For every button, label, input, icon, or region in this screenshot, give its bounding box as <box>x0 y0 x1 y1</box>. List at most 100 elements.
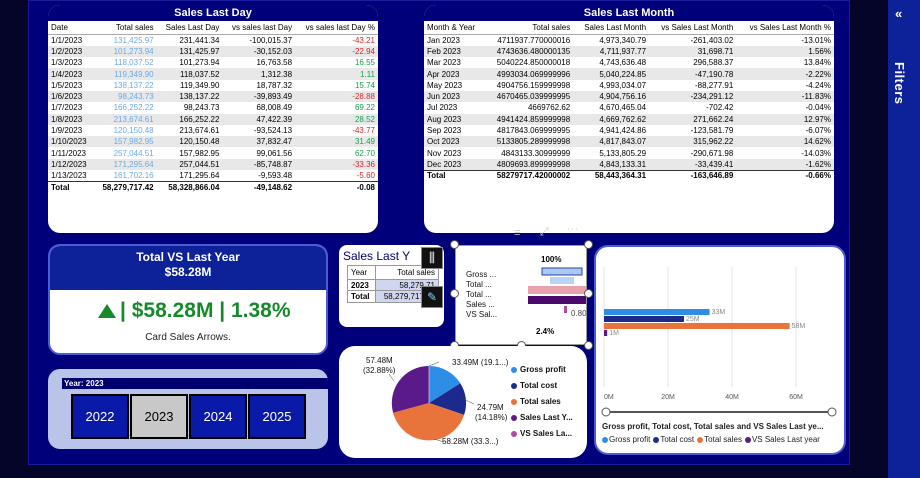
bar-vs-sales-last-year[interactable] <box>604 330 608 336</box>
column-header[interactable]: vs sales last Day % <box>295 21 378 35</box>
up-arrow-icon <box>98 304 116 318</box>
total-vs-last-year-card[interactable]: Total VS Last Year $58.28M | $58.28M | 1… <box>48 244 328 355</box>
bar-legend-item[interactable]: Gross profit <box>602 435 650 444</box>
column-header[interactable]: vs Sales Last Month <box>649 21 737 35</box>
table-cell: -30,152.03 <box>222 45 296 58</box>
year-slicer-title: Year: 2023 <box>62 378 328 389</box>
col-year[interactable]: Year <box>347 265 376 280</box>
table-cell: 1/2/2023 <box>48 45 94 58</box>
column-header[interactable]: Date <box>48 21 94 35</box>
table-cell: 4817843.069999995 <box>496 126 571 136</box>
table-row[interactable]: Sep 2023 4817843.069999995 4,941,424.86 -12… <box>424 125 834 136</box>
year-button-2022[interactable]: 2022 <box>71 394 129 439</box>
table-row[interactable]: Aug 2023 4941424.859999998 4,669,762.62 271… <box>424 113 834 125</box>
pie-legend-gross-profit[interactable]: Gross profit <box>511 365 566 374</box>
table-row[interactable]: Oct 2023 5133805.289999998 4,817,843.07 315… <box>424 136 834 148</box>
year-button-2023[interactable]: 2023 <box>130 394 188 439</box>
table-cell: Sep 2023 <box>427 126 462 136</box>
table-row[interactable]: 1/8/2023 213,674.61 166,252.22 47,422.39 28.… <box>48 113 378 125</box>
table-row[interactable]: 1/5/2023 138,137.22 119,349.90 18,787.32 15.… <box>48 80 378 91</box>
pie-legend-total-sales[interactable]: Total sales <box>511 397 561 406</box>
filter-icon[interactable]: ≡ <box>514 227 520 239</box>
pie-legend-sales-last-year[interactable]: Sales Last Y... <box>511 413 573 422</box>
column-header[interactable]: vs sales last Day <box>222 21 296 35</box>
pie-chart[interactable]: 57.48M (32.88%) 33.49M (19.1...) 24.79M … <box>339 346 587 458</box>
table-row[interactable]: Apr 2023 4993034.069999996 5,040,224.85 -47… <box>424 68 834 80</box>
table-row[interactable]: 1/10/2023 157,982.95 120,150.48 37,832.47 31… <box>48 136 378 148</box>
table-row[interactable]: 1/13/2023 161,702.16 171,295.64 -9,593.48 -5… <box>48 170 378 181</box>
table-row[interactable]: Dec 2023 4809693.899999998 4,843,133.31 -33… <box>424 158 834 171</box>
year-slicer[interactable]: Year: 2023 2022 2023 2024 2025 <box>48 369 328 449</box>
table-row[interactable]: Jul 2023 4669762.62 4,670,465.04 -702.42 -0.… <box>424 102 834 113</box>
bar-legend-item[interactable]: Total sales <box>697 435 742 444</box>
year-button-2024[interactable]: 2024 <box>189 394 247 439</box>
selection-handle[interactable] <box>584 289 593 298</box>
x-tick-label: 20M <box>661 394 675 401</box>
table-cell: 31.49 <box>295 136 378 148</box>
selection-handle[interactable] <box>450 240 459 249</box>
column-header[interactable]: Sales Last Month <box>573 21 650 35</box>
table-cell: 257,044.51 <box>156 158 223 171</box>
table-row[interactable]: 1/6/2023 98,243.73 138,137.22 -39,893.49 -28… <box>48 90 378 103</box>
pie-label-top-right: 33.49M (19.1...) <box>452 358 509 367</box>
table-row[interactable]: 1/2/2023 101,273.94 131,425.97 -30,152.03 -2… <box>48 45 378 58</box>
table-row[interactable]: Nov 2023 4843133.30999999 5,133,805.29 -290… <box>424 147 834 158</box>
table-row[interactable]: 1/11/2023 257,044.51 157,982.95 99,061.56 62… <box>48 147 378 158</box>
bar-legend-item[interactable]: Total cost <box>653 435 694 444</box>
bar-legend-item[interactable]: VS Sales Last year <box>744 435 820 444</box>
more-options-icon[interactable]: ··· <box>567 223 578 235</box>
column-header[interactable]: Total sales <box>484 21 574 35</box>
table-row[interactable]: May 2023 4904756.159999998 4,993,034.07 -88… <box>424 80 834 91</box>
column-header[interactable]: Month & Year <box>424 21 485 35</box>
table-cell: -11.83% <box>736 90 834 103</box>
table-row[interactable]: 1/4/2023 119,349.90 118,037.52 1,312.38 1.11 <box>48 68 378 80</box>
table-cell: 4,817,843.07 <box>573 136 650 148</box>
slider-handle[interactable] <box>601 407 611 417</box>
table-cell: 1/13/2023 <box>51 170 87 180</box>
filters-label[interactable]: Filters <box>892 62 907 105</box>
table-cell: 4,669,762.62 <box>573 113 650 125</box>
selection-handle[interactable] <box>450 289 459 298</box>
chart-type-icon[interactable]: ⫼ <box>421 247 443 269</box>
table-cell: 138,137.22 <box>113 80 154 90</box>
collapse-filters-icon[interactable]: « <box>895 6 902 21</box>
table-row[interactable]: Feb 2023 4743636.480000135 4,711,937.77 31,… <box>424 45 834 58</box>
sales-last-month-table[interactable]: Sales Last Month Month & Year Total sales… <box>424 5 834 233</box>
selection-handle[interactable] <box>584 240 593 249</box>
bar-total-cost[interactable] <box>604 316 684 322</box>
format-brush-icon[interactable]: ✎ <box>421 286 443 308</box>
report-canvas: Sales Last Day Date Total sales Sales Last… <box>0 0 890 478</box>
table-row[interactable]: 1/9/2023 120,150.48 213,674.61 -93,524.13 -4… <box>48 125 378 136</box>
funnel-chart[interactable]: 100% Gross ... Total ... Total ... Sales… <box>455 245 587 345</box>
sales-last-day-grid[interactable]: Date Total sales Sales Last Day vs sales la… <box>48 21 378 193</box>
table-row[interactable]: Jun 2023 4670465.039999995 4,904,756.16 -23… <box>424 90 834 103</box>
table-row[interactable]: 1/12/2023 171,295.64 257,044.51 -85,748.87-… <box>48 158 378 171</box>
bar-gross-profit[interactable] <box>604 309 710 315</box>
table-row[interactable]: 1/3/2023 118,037.52 101,273.94 16,763.58 16.… <box>48 57 378 68</box>
table-row[interactable]: 1/7/2023 166,252.22 98,243.73 68,008.49 69.2… <box>48 102 378 113</box>
focus-mode-icon[interactable]: ⤢ <box>540 226 549 239</box>
clustered-bar-chart[interactable]: 33M 25M 58M 1M 0M 20M 40M 60M Gross profit, Tot… <box>594 245 846 455</box>
table-cell: -88,277.91 <box>695 80 734 90</box>
bar-total-sales[interactable] <box>604 323 790 329</box>
column-header[interactable]: Sales Last Day <box>156 21 223 35</box>
table-cell: 5,040,224.85 <box>573 68 650 80</box>
column-header[interactable]: Total sales <box>93 21 157 35</box>
kpi-title: Total VS Last Year <box>136 250 240 264</box>
table-cell: 1/8/2023 <box>48 113 94 125</box>
pie-legend-total-cost[interactable]: Total cost <box>511 381 557 390</box>
table-row[interactable]: Mar 2023 5040224.850000018 4,743,636.48 296… <box>424 57 834 68</box>
bar-chart-legend: Gross profit Total cost Total sales VS Sale… <box>602 435 823 444</box>
year-button-2025[interactable]: 2025 <box>248 394 306 439</box>
table-cell: Apr 2023 <box>424 68 485 80</box>
pie-legend-vs-sales[interactable]: VS Sales La... <box>511 429 572 438</box>
table-row[interactable]: 1/1/2023 131,425.97 231,441.34 -100,015.37 -… <box>48 35 378 46</box>
sales-last-day-table[interactable]: Sales Last Day Date Total sales Sales Last… <box>48 5 378 233</box>
filters-pane[interactable]: « Filters <box>888 0 920 478</box>
table-row[interactable]: Jan 2023 4711937.770000016 4,973,340.79 -26… <box>424 35 834 46</box>
table-cell: -43.21 <box>352 35 375 45</box>
slider-handle[interactable] <box>827 407 837 417</box>
table-cell: -39,893.49 <box>222 90 296 103</box>
column-header[interactable]: vs Sales Last Month % <box>736 21 834 35</box>
sales-last-month-grid[interactable]: Month & Year Total sales Sales Last Month v… <box>424 21 834 182</box>
